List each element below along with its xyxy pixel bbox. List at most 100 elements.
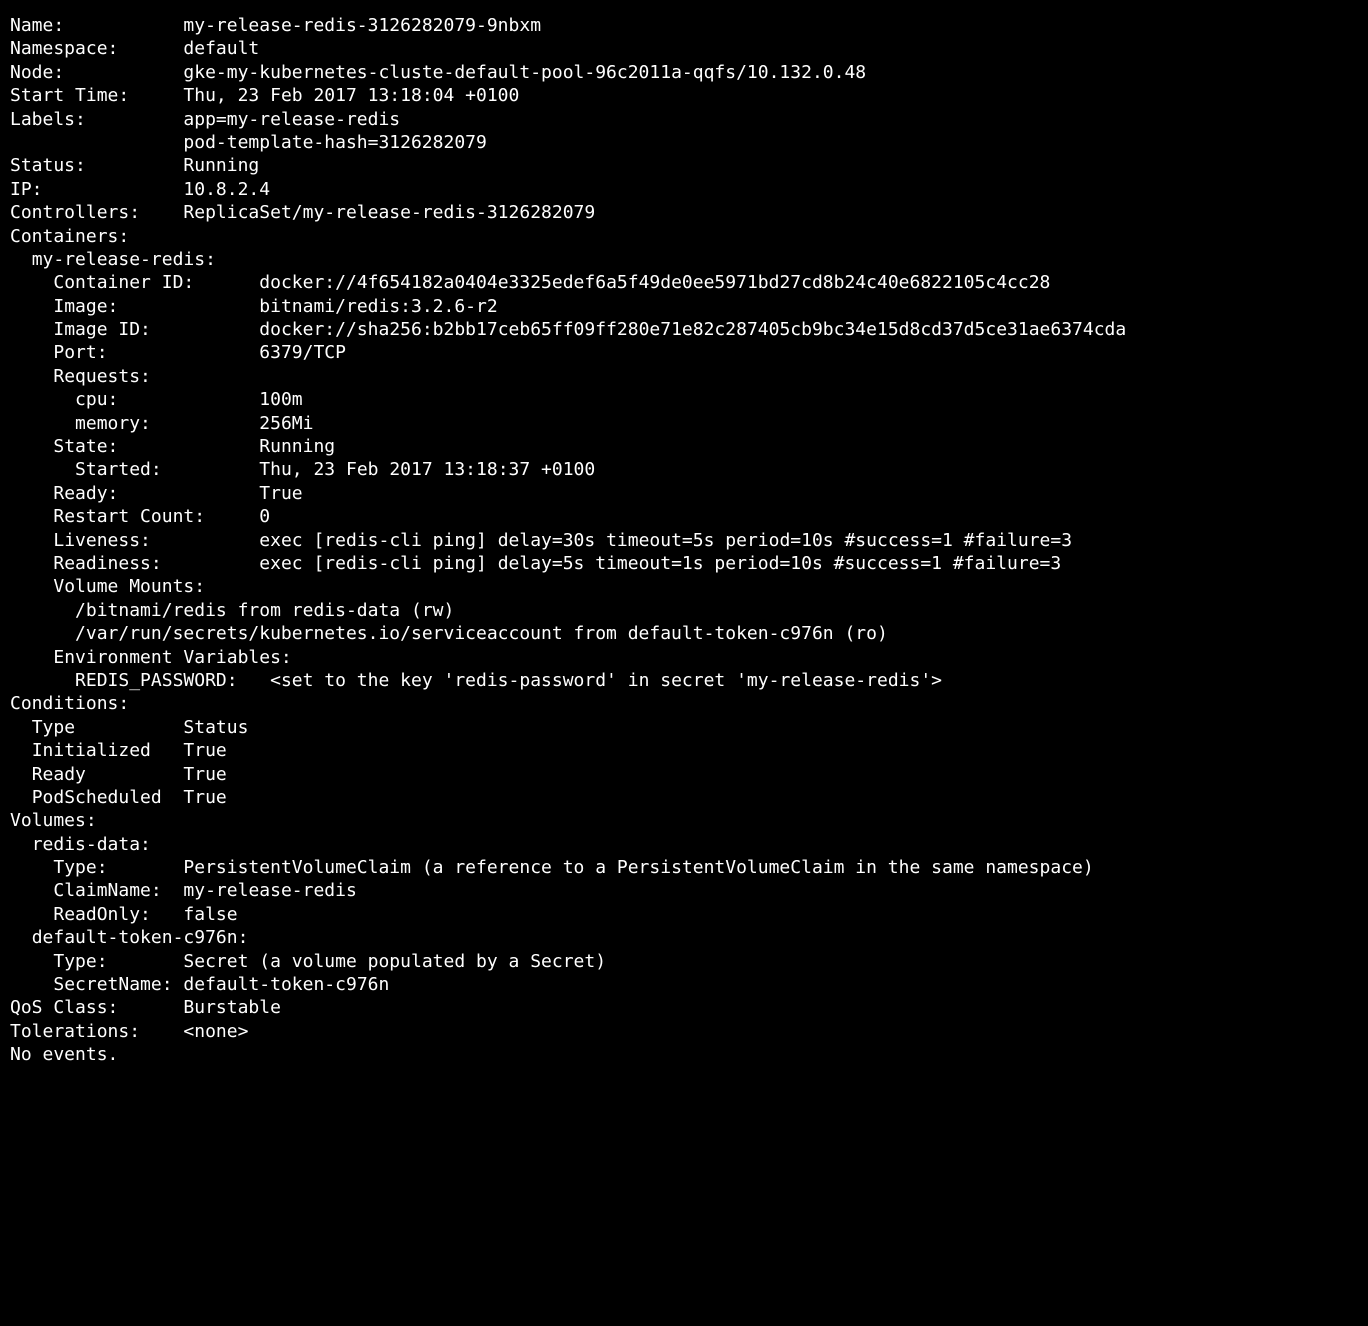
row-vol-redisdata-readonly: ReadOnly: false [10,904,238,925]
row-conditions-hdr: Conditions: [10,693,129,714]
label-ip: IP: [10,179,43,200]
value-starttime: Thu, 23 Feb 2017 13:18:04 +0100 [183,85,519,106]
value-vol-redisdata-claim: my-release-redis [183,880,356,901]
value-label1: app=my-release-redis [183,109,400,130]
row-namespace: Namespace: default [10,38,259,59]
row-image-id: Image ID: docker://sha256:b2bb17ceb65ff0… [10,319,1126,340]
value-mount-2: /var/run/secrets/kubernetes.io/serviceac… [75,623,888,644]
value-cond-sched: True [183,787,226,808]
value-started: Thu, 23 Feb 2017 13:18:37 +0100 [259,459,595,480]
label-starttime: Start Time: [10,85,129,106]
value-vol-redisdata-type: PersistentVolumeClaim (a reference to a … [183,857,1093,878]
row-image: Image: bitnami/redis:3.2.6-r2 [10,296,498,317]
row-node: Node: gke-my-kubernetes-cluste-default-p… [10,62,866,83]
value-namespace: default [183,38,259,59]
label-vol-type: Type: [53,857,107,878]
value-vol-token-name: default-token-c976n: [32,927,249,948]
row-cond-init: Initialized True [10,740,227,761]
label-redis-password: REDIS_PASSWORD: [75,670,238,691]
label-conditions: Conditions: [10,693,129,714]
label-env-vars: Environment Variables: [53,647,291,668]
row-vol-redisdata-claim: ClaimName: my-release-redis [10,880,357,901]
label-container-id: Container ID: [53,272,194,293]
row-port: Port: 6379/TCP [10,342,346,363]
row-ready: Ready: True [10,483,303,504]
row-vol-redisdata-name: redis-data: [10,834,151,855]
label-port: Port: [53,342,107,363]
row-mount-1: /bitnami/redis from redis-data (rw) [10,600,454,621]
label-state: State: [53,436,118,457]
row-vol-redisdata-type: Type: PersistentVolumeClaim (a reference… [10,857,1094,878]
label-controllers: Controllers: [10,202,140,223]
row-liveness: Liveness: exec [redis-cli ping] delay=30… [10,530,1072,551]
row-vol-token-secret: SecretName: default-token-c976n [10,974,389,995]
row-cond-header: Type Status [10,717,248,738]
label-image: Image: [53,296,118,317]
row-vol-token-type: Type: Secret (a volume populated by a Se… [10,951,606,972]
label-vol-readonly: ReadOnly: [53,904,151,925]
value-liveness: exec [redis-cli ping] delay=30s timeout=… [259,530,1072,551]
label-name: Name: [10,15,64,36]
value-cond-ready: True [183,764,226,785]
row-readiness: Readiness: exec [redis-cli ping] delay=5… [10,553,1061,574]
label-vol-claimname: ClaimName: [53,880,161,901]
value-vol-token-type: Secret (a volume populated by a Secret) [183,951,606,972]
label-readiness: Readiness: [53,553,161,574]
label-ready: Ready: [53,483,118,504]
value-container-name: my-release-redis: [32,249,216,270]
value-node: gke-my-kubernetes-cluste-default-pool-96… [183,62,866,83]
value-vol-redisdata-readonly: false [183,904,237,925]
row-volume-mounts: Volume Mounts: [10,576,205,597]
label-image-id: Image ID: [53,319,151,340]
row-cond-sched: PodScheduled True [10,787,227,808]
label-cond-init: Initialized [32,740,151,761]
value-ready: True [259,483,302,504]
row-memory: memory: 256Mi [10,413,313,434]
row-mount-2: /var/run/secrets/kubernetes.io/serviceac… [10,623,888,644]
row-no-events: No events. [10,1044,118,1065]
value-ip: 10.8.2.4 [183,179,270,200]
row-cpu: cpu: 100m [10,389,303,410]
row-state: State: Running [10,436,335,457]
label-restart-count: Restart Count: [53,506,205,527]
value-memory: 256Mi [259,413,313,434]
value-cond-init: True [183,740,226,761]
label-started: Started: [75,459,162,480]
value-name: my-release-redis-3126282079-9nbxm [183,15,541,36]
row-cond-ready: Ready True [10,764,227,785]
label-cond-ready: Ready [32,764,86,785]
value-vol-redisdata-name: redis-data: [32,834,151,855]
label-containers: Containers: [10,226,129,247]
row-tolerations: Tolerations: <none> [10,1021,248,1042]
row-qos: QoS Class: Burstable [10,997,281,1018]
row-container-id: Container ID: docker://4f654182a0404e332… [10,272,1050,293]
label-vol-secretname: SecretName: [53,974,172,995]
value-qos: Burstable [183,997,281,1018]
row-status: Status: Running [10,155,259,176]
label-status: Status: [10,155,86,176]
value-port: 6379/TCP [259,342,346,363]
value-redis-password: <set to the key 'redis-password' in secr… [270,670,942,691]
label-cond-type: Type [32,717,75,738]
row-started: Started: Thu, 23 Feb 2017 13:18:37 +0100 [10,459,595,480]
value-image: bitnami/redis:3.2.6-r2 [259,296,497,317]
label-volumes: Volumes: [10,810,97,831]
label-requests: Requests: [53,366,151,387]
label-namespace: Namespace: [10,38,118,59]
terminal-output: Name: my-release-redis-3126282079-9nbxm … [0,0,1368,1081]
row-ip: IP: 10.8.2.4 [10,179,270,200]
row-controllers: Controllers: ReplicaSet/my-release-redis… [10,202,595,223]
label-labels: Labels: [10,109,86,130]
row-name: Name: my-release-redis-3126282079-9nbxm [10,15,541,36]
label-liveness: Liveness: [53,530,151,551]
value-tolerations: <none> [183,1021,248,1042]
value-status: Running [183,155,259,176]
row-container-name: my-release-redis: [10,249,216,270]
row-restart-count: Restart Count: 0 [10,506,270,527]
row-env-vars: Environment Variables: [10,647,292,668]
label-volume-mounts: Volume Mounts: [53,576,205,597]
label-cond-sched: PodScheduled [32,787,162,808]
label-cpu: cpu: [75,389,118,410]
value-controllers: ReplicaSet/my-release-redis-3126282079 [183,202,595,223]
row-starttime: Start Time: Thu, 23 Feb 2017 13:18:04 +0… [10,85,519,106]
